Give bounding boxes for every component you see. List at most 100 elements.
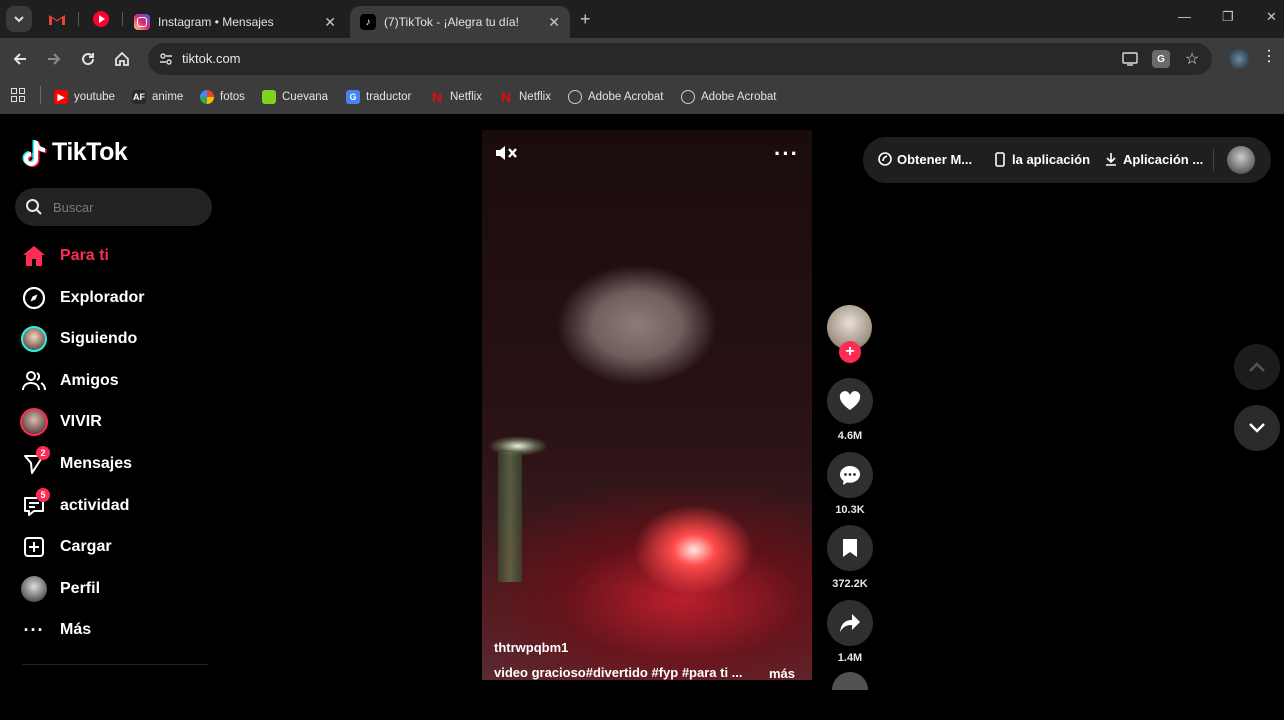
bookmark-fotos[interactable]: fotos [200,88,245,106]
user-profile-avatar[interactable] [1227,146,1255,174]
search-input[interactable]: Buscar [15,188,212,226]
share-button[interactable] [827,600,873,646]
caption-more-link[interactable]: más [769,666,795,681]
globe-icon [568,90,582,104]
tiktok-logo[interactable]: TikTok [22,138,128,167]
youtube-music-pinned-tab[interactable] [92,10,110,28]
reload-button[interactable] [76,47,100,71]
arrow-left-icon [13,53,26,65]
home-icon [20,242,48,270]
nav-mensajes[interactable]: 2 Mensajes [20,446,132,479]
close-window-button[interactable]: ✕ [1266,9,1277,25]
chrome-menu-icon[interactable]: ⋯ [1260,48,1277,64]
bookmark-anime[interactable]: AF anime [132,88,183,106]
download-app-button[interactable]: Aplicación ... [1103,151,1203,167]
bookmarks-bar: ▶ youtube AF anime fotos Cuevana Gtraducto… [0,80,1284,114]
anime-icon: AF [132,90,146,104]
live-avatar-icon [20,408,48,436]
gmail-pinned-tab[interactable] [48,10,66,28]
tiktok-icon: ♪ [360,14,376,30]
close-tab-icon[interactable]: ✕ [324,14,336,31]
nav-actividad[interactable]: 5 actividad [20,488,129,521]
translate-page-icon[interactable]: G [1151,49,1171,69]
tab-title: (7)TikTok - ¡Alegra tu día! [384,15,519,29]
profile-avatar-icon [20,575,48,603]
compass-icon [20,284,48,312]
next-video-button[interactable] [1234,405,1280,451]
friends-icon [20,367,48,395]
mute-button[interactable] [494,141,518,165]
heart-icon [839,391,861,410]
chrome-profile-avatar[interactable] [1229,49,1249,69]
nav-amigos[interactable]: Amigos [20,366,119,396]
coin-icon [877,151,893,167]
nav-mas[interactable]: ··· Más [20,615,92,645]
following-avatar-icon [20,325,48,353]
bookmark-youtube[interactable]: ▶ youtube [54,88,115,106]
tab-search-button[interactable] [6,6,32,32]
activity-icon: 5 [20,488,50,520]
video-player[interactable] [482,130,812,680]
bookmark-cuevana[interactable]: Cuevana [262,88,328,106]
search-icon [26,199,42,215]
nav-siguiendo[interactable]: Siguiendo [20,324,137,354]
upload-icon [20,533,48,561]
save-count: 372.2K [832,578,868,590]
chevron-up-icon [1249,362,1265,372]
browser-tab-bar: Instagram • Mensajes ✕ ♪ (7)TikTok - ¡Al… [0,0,1284,38]
tab-tiktok[interactable]: ♪ (7)TikTok - ¡Alegra tu día! ✕ [350,6,570,38]
nav-para-ti[interactable]: Para ti [20,241,109,271]
url-text: tiktok.com [182,51,241,66]
nav-cargar[interactable]: Cargar [20,532,112,562]
comment-count: 10.3K [835,504,865,516]
bookmark-adobe-acrobat[interactable]: Adobe Acrobat [568,88,663,106]
like-button[interactable] [827,378,873,424]
minimize-button[interactable]: — [1178,9,1191,24]
follow-button[interactable]: + [839,341,861,363]
bookmark-adobe-acrobat[interactable]: Adobe Acrobat [681,88,776,106]
reload-icon [82,53,95,66]
tab-separator [78,12,79,26]
comment-button[interactable] [827,452,873,498]
nav-explorador[interactable]: Explorador [20,283,144,313]
previous-video-button[interactable] [1234,344,1280,390]
nav-vivir[interactable]: VIVIR [20,407,102,437]
video-more-options-icon[interactable]: ··· [774,141,799,167]
share-arrow-icon [840,614,860,632]
gmail-icon [49,15,65,25]
logo-text: TikTok [52,138,128,166]
home-outline-icon [115,51,129,66]
get-app-button[interactable]: la aplicación [992,151,1090,167]
like-count: 4.6M [837,430,863,442]
apps-grid-icon[interactable] [11,88,25,102]
tab-instagram[interactable]: Instagram • Mensajes ✕ [124,6,346,38]
address-bar[interactable]: tiktok.com G ☆ [148,43,1212,75]
bookmark-traductor[interactable]: Gtraductor [346,88,411,106]
video-author[interactable]: thtrwpqbm1 [494,640,568,655]
close-tab-icon[interactable]: ✕ [548,14,560,31]
bookmark-icon [843,539,857,557]
download-icon [1103,151,1119,167]
new-tab-button[interactable]: + [580,9,591,30]
restore-button[interactable]: ❐ [1222,9,1234,25]
bookmarks-separator [40,86,41,104]
top-action-bar: Obtener M... la aplicación Aplicación ..… [863,137,1271,183]
phone-icon [992,151,1008,167]
bookmark-star-icon[interactable]: ☆ [1182,49,1202,69]
tiktok-note-icon [22,139,47,167]
save-button[interactable] [827,525,873,571]
bookmark-netflix[interactable]: N Netflix [499,88,551,106]
cast-icon[interactable] [1120,49,1140,69]
get-coins-button[interactable]: Obtener M... [877,151,972,167]
chevron-down-icon [14,16,24,23]
bookmark-netflix[interactable]: N Netflix [430,88,482,106]
next-creator-avatar [832,672,868,690]
site-settings-icon[interactable] [156,49,176,69]
tab-title: Instagram • Mensajes [158,15,274,29]
speaker-muted-icon [496,146,517,160]
nav-perfil[interactable]: Perfil [20,574,100,604]
home-button[interactable] [110,47,134,71]
forward-button[interactable] [42,47,66,71]
back-button[interactable] [8,47,32,71]
notification-badge: 5 [36,488,50,502]
